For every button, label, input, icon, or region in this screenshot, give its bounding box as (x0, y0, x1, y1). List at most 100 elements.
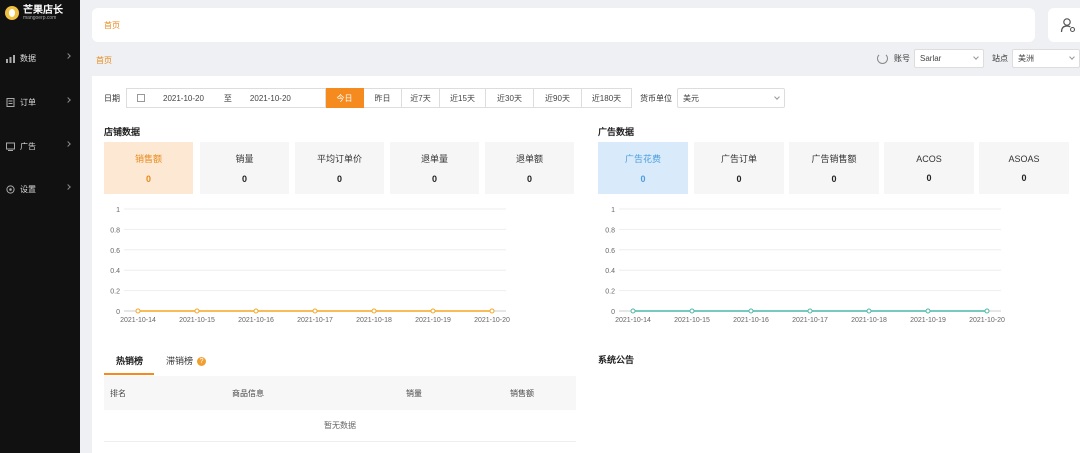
store-card-sales[interactable]: 销售额 0 (104, 142, 193, 194)
data-point (807, 308, 813, 314)
range-15d-button[interactable]: 近15天 (440, 88, 486, 108)
sidebar-item-ads[interactable]: 广告 (0, 138, 80, 154)
end-date[interactable]: 2021-10-20 (250, 94, 291, 103)
dashboard-panel: 日期 2021-10-20 至 2021-10-20 今日 昨日 近7天 近15… (92, 76, 1080, 453)
x-tick-label: 2021-10-19 (415, 317, 451, 324)
top-bar: 首页 (92, 8, 1035, 42)
y-tick-label: 0 (611, 309, 615, 316)
x-tick-label: 2021-10-17 (792, 317, 828, 324)
card-label: 广告花费 (624, 154, 661, 164)
col-sales: 销售额 (510, 388, 534, 398)
card-value: 0 (736, 174, 742, 184)
date-filter-row: 日期 2021-10-20 至 2021-10-20 今日 昨日 近7天 近15… (104, 88, 785, 108)
range-7d-button[interactable]: 近7天 (402, 88, 440, 108)
store-data-title: 店铺数据 (104, 127, 141, 137)
sidebar-item-settings[interactable]: 设置 (0, 181, 80, 197)
x-tick-label: 2021-10-15 (179, 317, 215, 324)
x-tick-label: 2021-10-14 (120, 317, 156, 324)
col-product-info: 商品信息 (232, 388, 264, 398)
ads-card-sales[interactable]: 广告销售额 0 (789, 142, 879, 194)
x-tick-label: 2021-10-14 (615, 317, 651, 324)
date-to: 至 (223, 93, 232, 103)
chevron-down-icon (774, 94, 780, 100)
tab-slow-sellers[interactable]: 滞销榜? (166, 354, 207, 367)
ads-data-title: 广告数据 (598, 127, 635, 137)
ads-card-spend[interactable]: 广告花费 0 (598, 142, 688, 194)
y-tick-label: 0.6 (605, 248, 615, 255)
card-label: ASOAS (1008, 153, 1040, 164)
data-point (630, 308, 636, 314)
ads-card-orders[interactable]: 广告订单 0 (694, 142, 784, 194)
sidebar-item-label: 订单 (20, 97, 36, 107)
x-tick-label: 2021-10-20 (969, 317, 1005, 324)
page-breadcrumb[interactable]: 首页 (96, 55, 112, 66)
y-tick-label: 1 (116, 207, 120, 214)
store-card-refund-amount[interactable]: 退单额 0 (485, 142, 574, 194)
card-value: 0 (1021, 172, 1027, 183)
y-tick-label: 0.8 (605, 227, 615, 234)
card-label: 平均订单价 (316, 154, 362, 164)
chevron-right-icon (65, 97, 71, 103)
account-select[interactable]: Sarlar (914, 48, 984, 68)
chevron-right-icon (65, 141, 71, 147)
x-tick-label: 2021-10-19 (910, 317, 946, 324)
y-tick-label: 0.6 (110, 248, 120, 255)
logo-title: 芒果店长 (23, 4, 63, 16)
store-card-volume[interactable]: 销量 0 (200, 142, 289, 194)
tab-best-sellers[interactable]: 热销榜 (116, 354, 143, 367)
data-point (925, 308, 931, 314)
date-range-picker[interactable]: 2021-10-20 至 2021-10-20 (126, 88, 326, 108)
data-point (312, 308, 318, 314)
card-value: 0 (241, 174, 247, 184)
logo-subtitle: mangoerp.com (23, 14, 57, 21)
col-rank: 排名 (110, 388, 126, 398)
range-180d-button[interactable]: 近180天 (582, 88, 632, 108)
header-breadcrumb[interactable]: 首页 (104, 20, 120, 31)
site-select[interactable]: 美洲 (1012, 48, 1080, 68)
store-card-refund-count[interactable]: 退单量 0 (390, 142, 479, 194)
ads-card-asoas[interactable]: ASOAS 0 (979, 142, 1069, 194)
active-tab-indicator (104, 373, 154, 375)
help-icon[interactable]: ? (197, 357, 207, 367)
card-label: 广告订单 (720, 154, 757, 164)
site-label: 站点 (992, 53, 1008, 63)
data-point (194, 308, 200, 314)
ads-card-acos[interactable]: ACOS 0 (884, 142, 974, 194)
y-tick-label: 0.2 (605, 289, 615, 296)
sidebar-item-data[interactable]: 数据 (0, 50, 80, 66)
card-label: 退单量 (420, 154, 448, 164)
range-yesterday-button[interactable]: 昨日 (364, 88, 402, 108)
y-tick-label: 0.8 (110, 227, 120, 234)
store-card-avg-order[interactable]: 平均订单价 0 (295, 142, 384, 194)
y-tick-label: 0.2 (110, 289, 120, 296)
currency-select[interactable]: 美元 (677, 88, 785, 108)
range-30d-button[interactable]: 近30天 (486, 88, 534, 108)
range-today-button[interactable]: 今日 (326, 88, 364, 108)
sidebar-item-orders[interactable]: 订单 (0, 94, 80, 110)
chevron-down-icon (973, 54, 979, 60)
chevron-right-icon (65, 184, 71, 190)
x-tick-label: 2021-10-18 (356, 317, 392, 324)
date-label: 日期 (104, 93, 120, 103)
card-label: 广告销售额 (811, 154, 857, 164)
data-point (748, 308, 754, 314)
ranking-empty-state: 暂无数据 (104, 410, 576, 442)
tab-label: 滞销榜 (166, 356, 194, 366)
range-90d-button[interactable]: 近90天 (534, 88, 582, 108)
sidebar: 芒果店长 mangoerp.com 数据 订单 广告 设置 (0, 0, 80, 453)
account-value: Sarlar (920, 53, 942, 63)
gear-icon (6, 184, 15, 194)
currency-value: 美元 (683, 93, 699, 103)
logo[interactable]: 芒果店长 mangoerp.com (0, 0, 80, 26)
data-point (135, 308, 141, 314)
start-date[interactable]: 2021-10-20 (163, 94, 204, 103)
account-selector-row: 账号 Sarlar 站点 美洲 (877, 48, 1080, 68)
refresh-icon[interactable] (877, 52, 888, 64)
main-area: 首页 首页 账号 Sarlar 站点 美洲 日期 2021-10-20 至 20… (80, 0, 1080, 453)
document-icon (6, 97, 15, 107)
card-label: ACOS (916, 153, 942, 164)
sidebar-item-label: 数据 (20, 53, 36, 63)
user-menu[interactable] (1048, 8, 1080, 42)
ads-trend-chart: 1 0.8 0.6 0.4 0.2 02021-10-14 2021-10-15 2021-1… (605, 207, 1005, 324)
data-point (430, 308, 436, 314)
